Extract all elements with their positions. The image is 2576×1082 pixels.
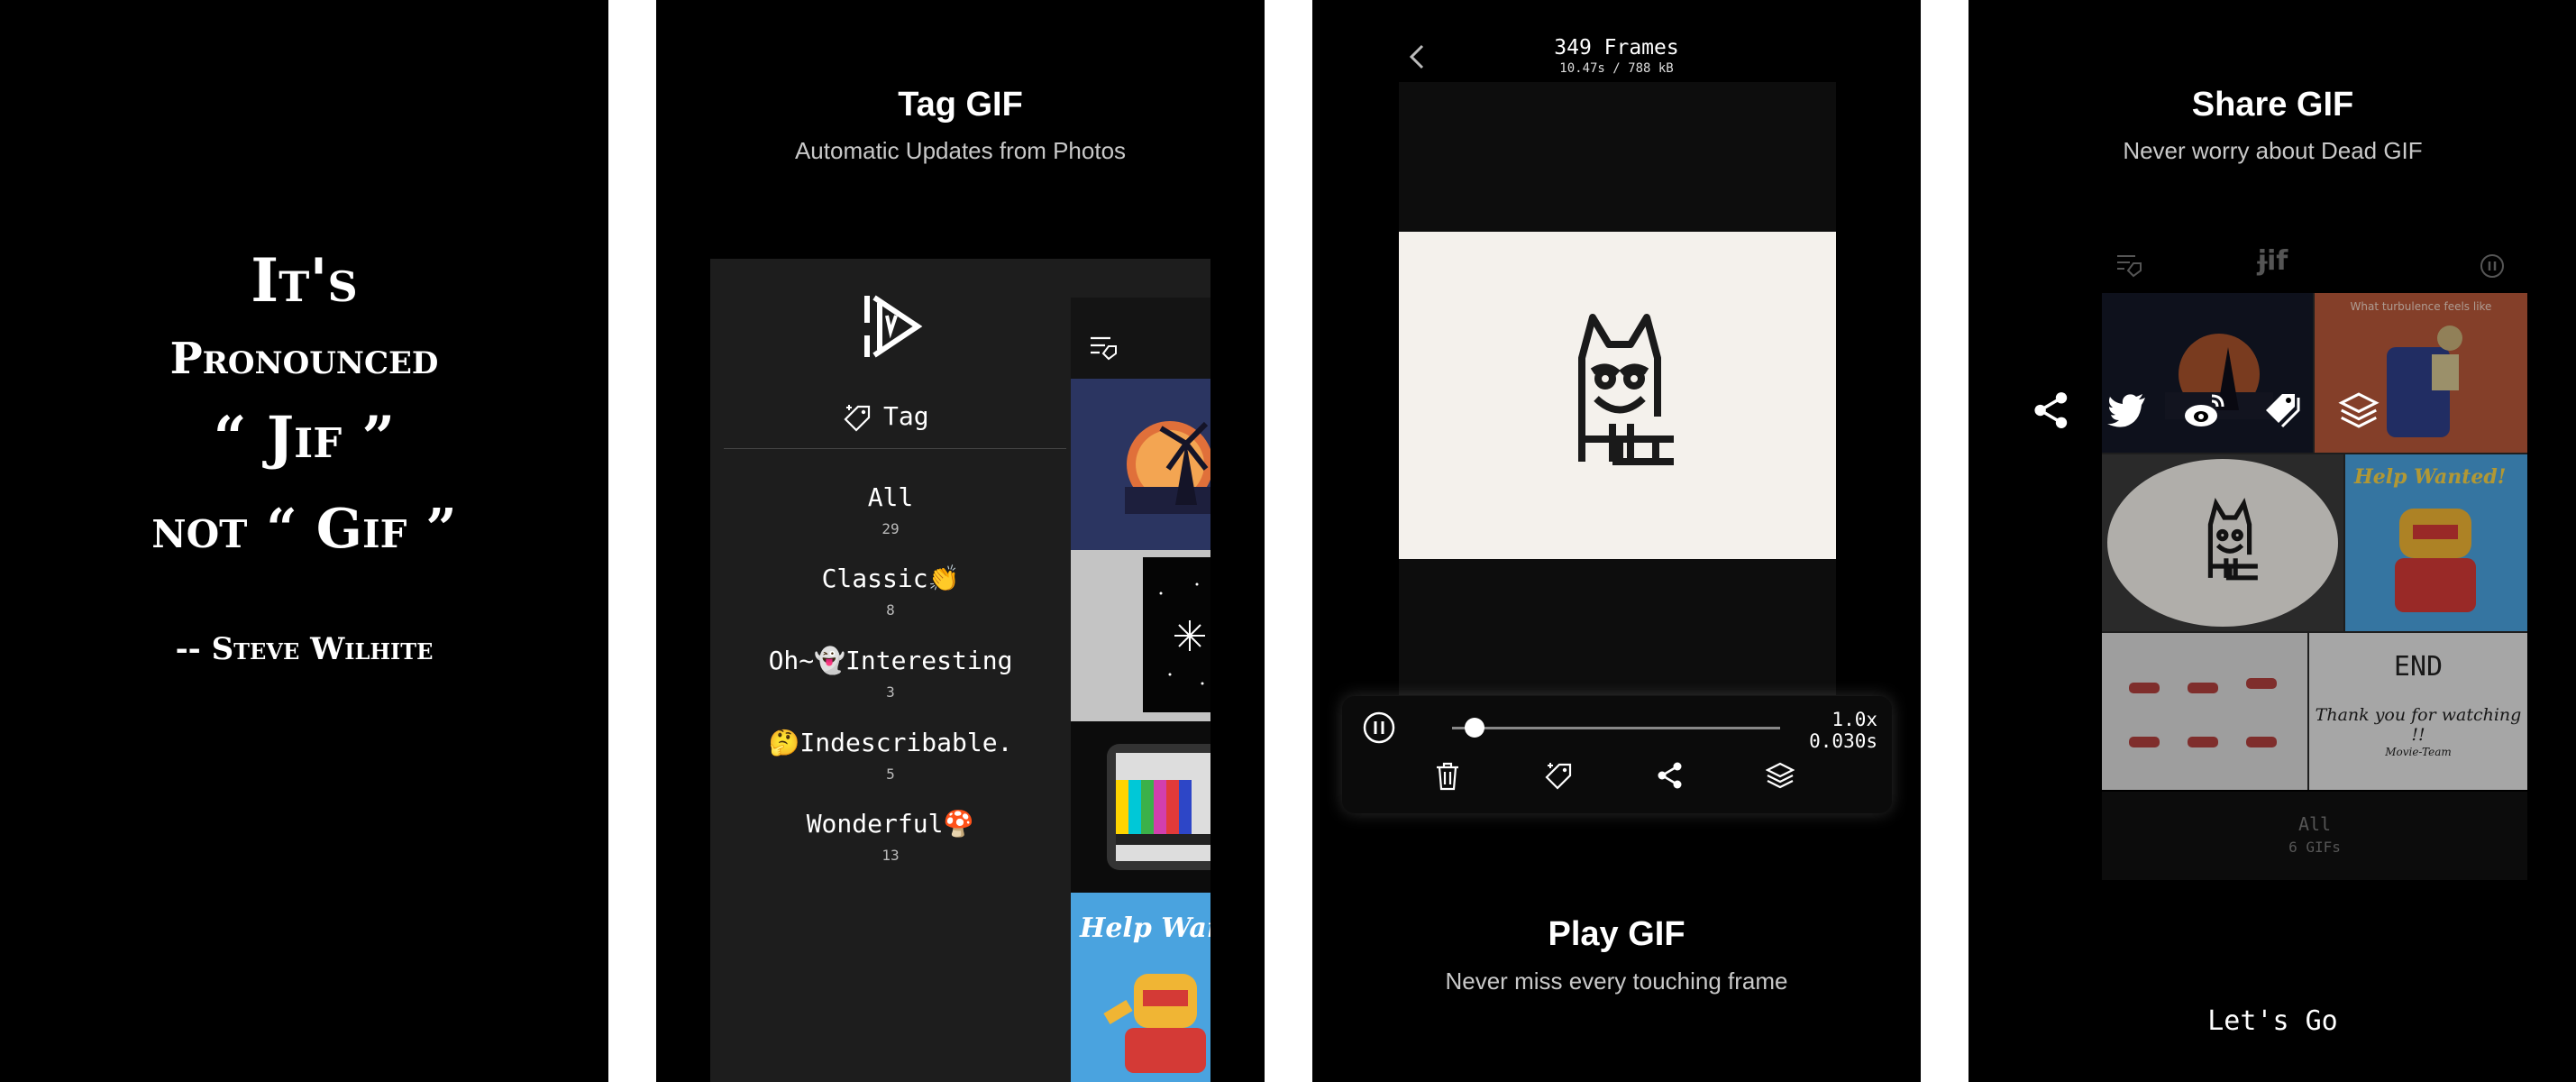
gif-thumbnail-selected[interactable] — [2102, 454, 2343, 631]
tags-icon[interactable] — [2262, 390, 2304, 430]
pause-icon[interactable] — [2479, 252, 2506, 280]
divider — [724, 448, 1066, 449]
tag-header[interactable]: Tag — [844, 401, 1024, 434]
tag-count-classic: 8 — [886, 601, 895, 619]
help-wanted-text: Help Wanted! — [2354, 465, 2507, 489]
tag-count-indescribable: 5 — [886, 766, 895, 783]
fireworks-image — [1143, 557, 1210, 712]
pause-icon[interactable] — [1362, 711, 1396, 745]
progress-knob[interactable] — [1465, 718, 1485, 738]
footer-count: 6 GIFs — [2288, 839, 2341, 856]
tag-item-interesting[interactable]: Oh~👻Interesting — [710, 646, 1071, 675]
frame-time-label: 0.030s — [1809, 730, 1877, 752]
tag-panel: Tag GIF Automatic Updates from Photos Ta… — [656, 0, 1265, 1082]
gif-thumbnail-column: Help Wan — [1071, 298, 1210, 1082]
tag-icon — [844, 405, 871, 432]
gif-thumbnail[interactable]: Help Wanted! — [2345, 454, 2527, 631]
tag-list-icon[interactable] — [1089, 334, 1119, 361]
gif-grid: What turbulence feels like Help Wanted! … — [2102, 293, 2527, 790]
share-options-bar — [2032, 383, 2554, 437]
signature-text: Movie-Team — [2385, 746, 2452, 758]
gif-thumbnail[interactable]: END Thank you for watching !! Movie-Team — [2309, 633, 2527, 790]
gif-thumbnail[interactable] — [1071, 379, 1210, 550]
share-icon[interactable] — [1656, 761, 1685, 790]
motorcycles-image — [2129, 678, 2277, 747]
panel-title: Share GIF — [2191, 86, 2354, 124]
tag-count-wonderful: 13 — [882, 847, 900, 864]
test-pattern-image — [1107, 744, 1210, 870]
playback-controls: 1.0x 0.030s — [1342, 696, 1892, 813]
end-text: END — [2393, 651, 2444, 683]
gif-frame[interactable] — [1399, 232, 1836, 559]
tag-count-all: 29 — [882, 520, 900, 537]
layers-icon[interactable] — [2338, 390, 2380, 430]
robot-image — [1103, 974, 1206, 1073]
cat-logo-bubble — [2107, 459, 2338, 627]
quote-line-1: It's — [251, 245, 358, 316]
lets-go-button[interactable]: Let's Go — [1969, 1005, 2576, 1037]
tag-item-indescribable[interactable]: 🤔Indescribable. — [710, 728, 1071, 757]
thanks-text: Thank you for watching !! — [2315, 705, 2522, 745]
footer-all-label: All — [2297, 813, 2332, 835]
speed-label[interactable]: 1.0x — [1802, 709, 1877, 730]
gif-meta: 10.47s / 788 kB — [1559, 61, 1674, 76]
cat-logo-image — [2207, 498, 2258, 581]
turbulence-caption: What turbulence feels like — [2350, 300, 2492, 313]
quote-panel: It's Pronounced “ Jif ” not “ Gif ” -- S… — [0, 0, 608, 1082]
help-wanted-text: Help Wan — [1080, 912, 1210, 944]
gif-thumbnail[interactable] — [2102, 633, 2307, 790]
panel-subtitle: Never worry about Dead GIF — [2123, 137, 2423, 164]
twitter-icon[interactable] — [2107, 392, 2147, 428]
tag-header-label: Tag — [883, 401, 929, 431]
quote-author: -- Steve Wilhite — [175, 631, 434, 667]
windmill-sunset-image — [1125, 421, 1210, 514]
layers-icon[interactable] — [1766, 761, 1795, 790]
panel-title: Play GIF — [1548, 915, 1685, 953]
quote-line-4: not “ Gif ” — [151, 498, 457, 561]
weibo-icon[interactable] — [2183, 390, 2226, 430]
panel-title: Tag GIF — [898, 86, 1023, 124]
quote-line-3: “ Jif ” — [213, 404, 396, 472]
gif-thumbnail[interactable]: Help Wan — [1071, 893, 1210, 1082]
panel-subtitle: Automatic Updates from Photos — [794, 137, 1127, 164]
progress-track[interactable] — [1452, 727, 1780, 729]
grid-footer: All 6 GIFs — [2102, 792, 2527, 880]
trash-icon[interactable] — [1434, 761, 1461, 792]
share-panel: Share GIF Never worry about Dead GIF ɉif… — [1969, 0, 2576, 1082]
share-icon[interactable] — [2032, 390, 2071, 430]
gif-thumbnail[interactable] — [1071, 550, 1210, 721]
tag-item-all[interactable]: All — [710, 482, 1071, 512]
tag-item-wonderful[interactable]: Wonderful🍄 — [710, 809, 1071, 839]
panel-subtitle: Never miss every touching frame — [1445, 967, 1788, 995]
gif-thumbnail[interactable] — [1071, 721, 1210, 893]
frame-count: 349 Frames — [1554, 36, 1679, 60]
quote-line-2: Pronounced — [169, 334, 439, 384]
tag-add-icon[interactable] — [1545, 761, 1574, 790]
cat-logo-image — [1578, 314, 1674, 465]
tag-count-interesting: 3 — [886, 683, 895, 701]
tag-item-classic[interactable]: Classic👏 — [710, 564, 1071, 593]
play-panel: 349 Frames 10.47s / 788 kB 1.0x 0.030s P… — [1312, 0, 1921, 1082]
app-logo-icon — [864, 295, 923, 358]
